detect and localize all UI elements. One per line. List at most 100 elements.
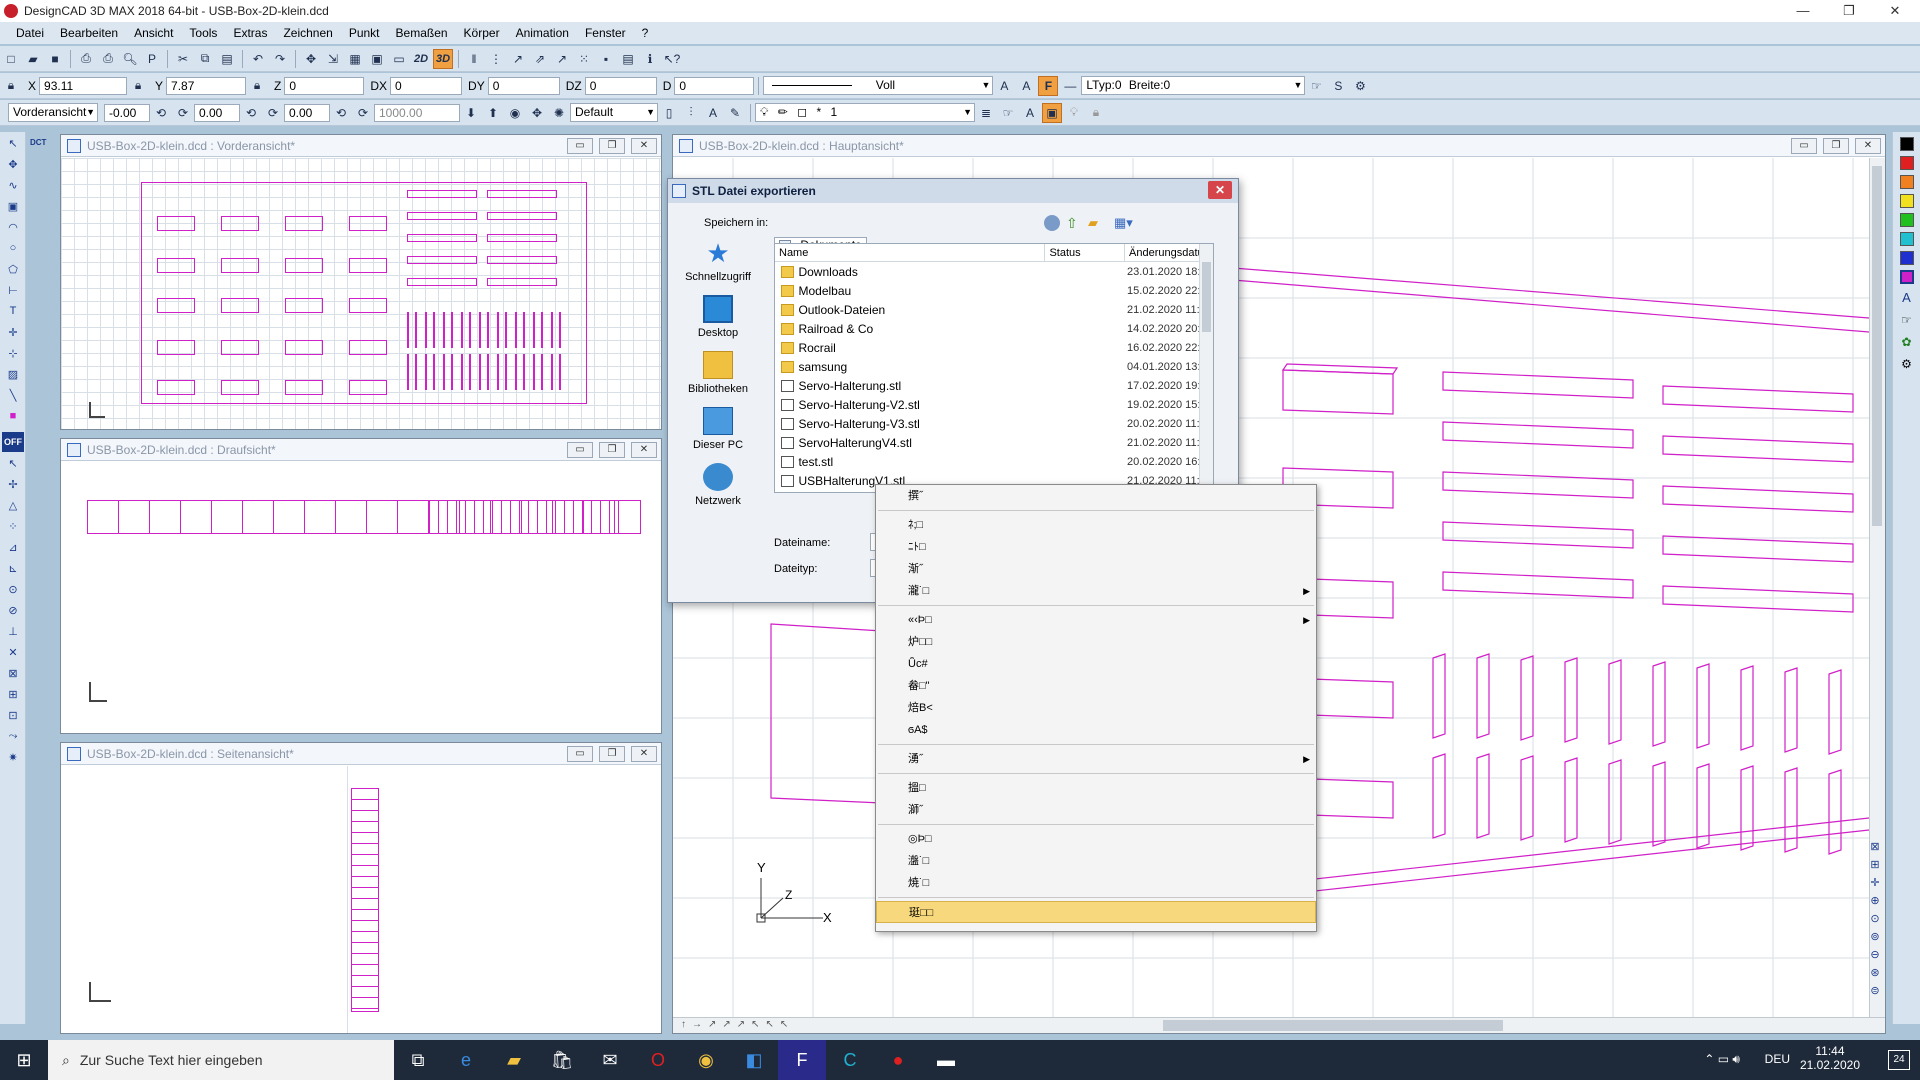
pan-icon[interactable]: ✛	[1866, 874, 1884, 892]
text-tool-icon[interactable]: T	[2, 301, 24, 321]
grid-toggle-icon[interactable]: ⊞	[1866, 856, 1884, 874]
menu-punkt[interactable]: Punkt	[341, 22, 388, 44]
select-arrow-icon[interactable]: ↖	[2, 453, 24, 473]
side-view-window[interactable]: USB-Box-2D-klein.dcd : Seitenansicht* ▭ …	[60, 742, 662, 1034]
layer-icon[interactable]: ▦	[345, 49, 365, 69]
x-coordinate-input[interactable]: 93.11	[39, 76, 128, 95]
snap-intersect-icon[interactable]: ✕	[2, 642, 24, 662]
up-folder-icon[interactable]: ⇧	[1066, 215, 1078, 232]
z-coordinate-input[interactable]: 0	[284, 76, 365, 95]
document-icon[interactable]: ▯	[659, 103, 679, 123]
close-button[interactable]: ✕	[631, 442, 657, 458]
place-desktop[interactable]: Desktop	[678, 295, 758, 339]
snap-nearest-icon[interactable]: ⊠	[2, 663, 24, 683]
new-file-icon[interactable]: □	[1, 49, 21, 69]
context-menu-item[interactable]: 渐˝	[876, 558, 1316, 580]
clock[interactable]: 11:44 21.02.2020	[1800, 1044, 1860, 1072]
drawing-canvas[interactable]	[61, 766, 661, 1033]
color-cyan-swatch[interactable]	[1900, 232, 1914, 246]
file-row[interactable]: test.stl 20.02.2020 16:	[775, 452, 1213, 471]
snap-all-icon[interactable]: ✷	[2, 747, 24, 767]
hand-icon[interactable]: ☞	[1893, 313, 1920, 327]
rotate-icon[interactable]: ⟲	[331, 103, 351, 123]
context-menu-item[interactable]: 溮˝	[876, 799, 1316, 821]
snap-perp-icon[interactable]: ⊥	[2, 621, 24, 641]
lock-icon[interactable]: 🔒︎	[1086, 103, 1106, 123]
file-row[interactable]: ServoHalterungV4.stl 21.02.2020 11:	[775, 433, 1213, 452]
c-app-icon[interactable]: C	[826, 1040, 874, 1080]
text-color-icon[interactable]: A	[1893, 290, 1920, 305]
file-row[interactable]: Servo-Halterung.stl 17.02.2020 19:	[775, 376, 1213, 395]
context-menu-item[interactable]: 瀧˙□ ▶	[876, 580, 1316, 602]
outlook-icon[interactable]: ◧	[730, 1040, 778, 1080]
properties-icon[interactable]: P	[142, 49, 162, 69]
drawing-canvas[interactable]	[61, 462, 661, 733]
snap-end-icon[interactable]: ⊿	[2, 537, 24, 557]
snap-angle-icons[interactable]: ↑→↗↗↗↖↖↖	[681, 1019, 794, 1030]
mail-icon[interactable]: ✉	[586, 1040, 634, 1080]
maximize-button[interactable]: ❐	[599, 138, 625, 154]
circle-icon[interactable]: ○	[2, 238, 24, 258]
script-icon[interactable]: S	[1328, 76, 1348, 96]
close-button[interactable]: ✕	[1872, 0, 1918, 22]
color-green-swatch[interactable]	[1900, 213, 1914, 227]
pan-icon[interactable]: ✥	[527, 103, 547, 123]
snap-point-icon[interactable]: ⊹	[2, 343, 24, 363]
line-icon[interactable]: —	[1060, 76, 1080, 96]
context-menu-item[interactable]: 撰˝	[876, 485, 1316, 507]
view-select[interactable]: Vorderansicht ▼	[8, 103, 98, 122]
file-row[interactable]: Servo-Halterung-V2.stl 19.02.2020 15:	[775, 395, 1213, 414]
paste-icon[interactable]: ▤	[217, 49, 237, 69]
zoom-window-icon[interactable]: ⊙	[1866, 910, 1884, 928]
file-list[interactable]: Name Status Änderungsdatum Downloads 23.0…	[774, 243, 1214, 493]
copy-icon[interactable]: ⧉	[195, 49, 215, 69]
text-icon[interactable]: A	[703, 103, 723, 123]
triangle-icon[interactable]: △	[2, 495, 24, 515]
folder-row[interactable]: Modelbau 15.02.2020 22:	[775, 281, 1213, 300]
chrome-icon[interactable]: ◉	[682, 1040, 730, 1080]
rotate-icon[interactable]: ⟳	[263, 103, 283, 123]
context-menu-item[interactable]: ﾈ;□	[876, 514, 1316, 536]
box-icon[interactable]: ▣	[2, 196, 24, 216]
context-menu-item[interactable]: 瀊˙□	[876, 850, 1316, 872]
notification-center-button[interactable]: 24	[1888, 1050, 1910, 1070]
folder-row[interactable]: Railroad & Co 14.02.2020 20:	[775, 319, 1213, 338]
zoom-out-icon[interactable]: ⊖	[1866, 946, 1884, 964]
angle-input-1[interactable]: -0.00	[104, 103, 150, 122]
close-button[interactable]: ✕	[631, 746, 657, 762]
snap-grid-icon[interactable]: ⁘	[2, 516, 24, 536]
hatch-icon[interactable]: ▨	[2, 364, 24, 384]
dimension-icon[interactable]: ⊢	[2, 280, 24, 300]
fill-icon[interactable]: F	[1038, 75, 1059, 96]
tray-icons[interactable]: ⌃ ▭ 🔊︎	[1704, 1052, 1740, 1067]
search-box[interactable]: ⌕ Zur Suche Text hier eingeben	[48, 1040, 394, 1080]
form-app-icon[interactable]: F	[778, 1040, 826, 1080]
print-preview-icon[interactable]: 🔍︎	[120, 49, 140, 69]
start-button[interactable]: ⊞	[0, 1040, 48, 1080]
view-menu-icon[interactable]: ▦▾	[1114, 215, 1133, 231]
context-menu-item[interactable]: 珽□□	[876, 901, 1316, 923]
file-row[interactable]: Servo-Halterung-V3.stl 20.02.2020 11:	[775, 414, 1213, 433]
context-menu-item[interactable]: 湧˝ ▶	[876, 748, 1316, 770]
settings-icon[interactable]: ⚙	[1350, 76, 1370, 96]
file-explorer-icon[interactable]: ▰	[490, 1040, 538, 1080]
snap-center-icon[interactable]: ⊙	[2, 579, 24, 599]
folder-row[interactable]: Downloads 23.01.2020 18:	[775, 262, 1213, 281]
tangent-icon[interactable]: ↗	[552, 49, 572, 69]
minimize-button[interactable]: ▭	[1791, 138, 1817, 154]
edge-icon[interactable]: e	[442, 1040, 490, 1080]
display-icon[interactable]: ▭	[389, 49, 409, 69]
horizontal-scrollbar[interactable]: ↑→↗↗↗↖↖↖	[673, 1017, 1885, 1033]
camera-icon[interactable]: ◉	[505, 103, 525, 123]
angle-input-3[interactable]: 0.00	[284, 103, 330, 122]
close-button[interactable]: ✕	[1855, 138, 1881, 154]
place-this-pc[interactable]: Dieser PC	[678, 407, 758, 451]
context-menu-item[interactable]: ﾆﾄ□	[876, 536, 1316, 558]
file-list-scrollbar[interactable]	[1199, 244, 1213, 492]
color-red-swatch[interactable]	[1900, 156, 1914, 170]
undo-icon[interactable]: ↶	[248, 49, 268, 69]
column-status[interactable]: Status	[1045, 244, 1125, 261]
dx-input[interactable]: 0	[390, 76, 463, 95]
dots-icon[interactable]: ⋮	[486, 49, 506, 69]
menu-datei[interactable]: Datei	[8, 22, 52, 44]
